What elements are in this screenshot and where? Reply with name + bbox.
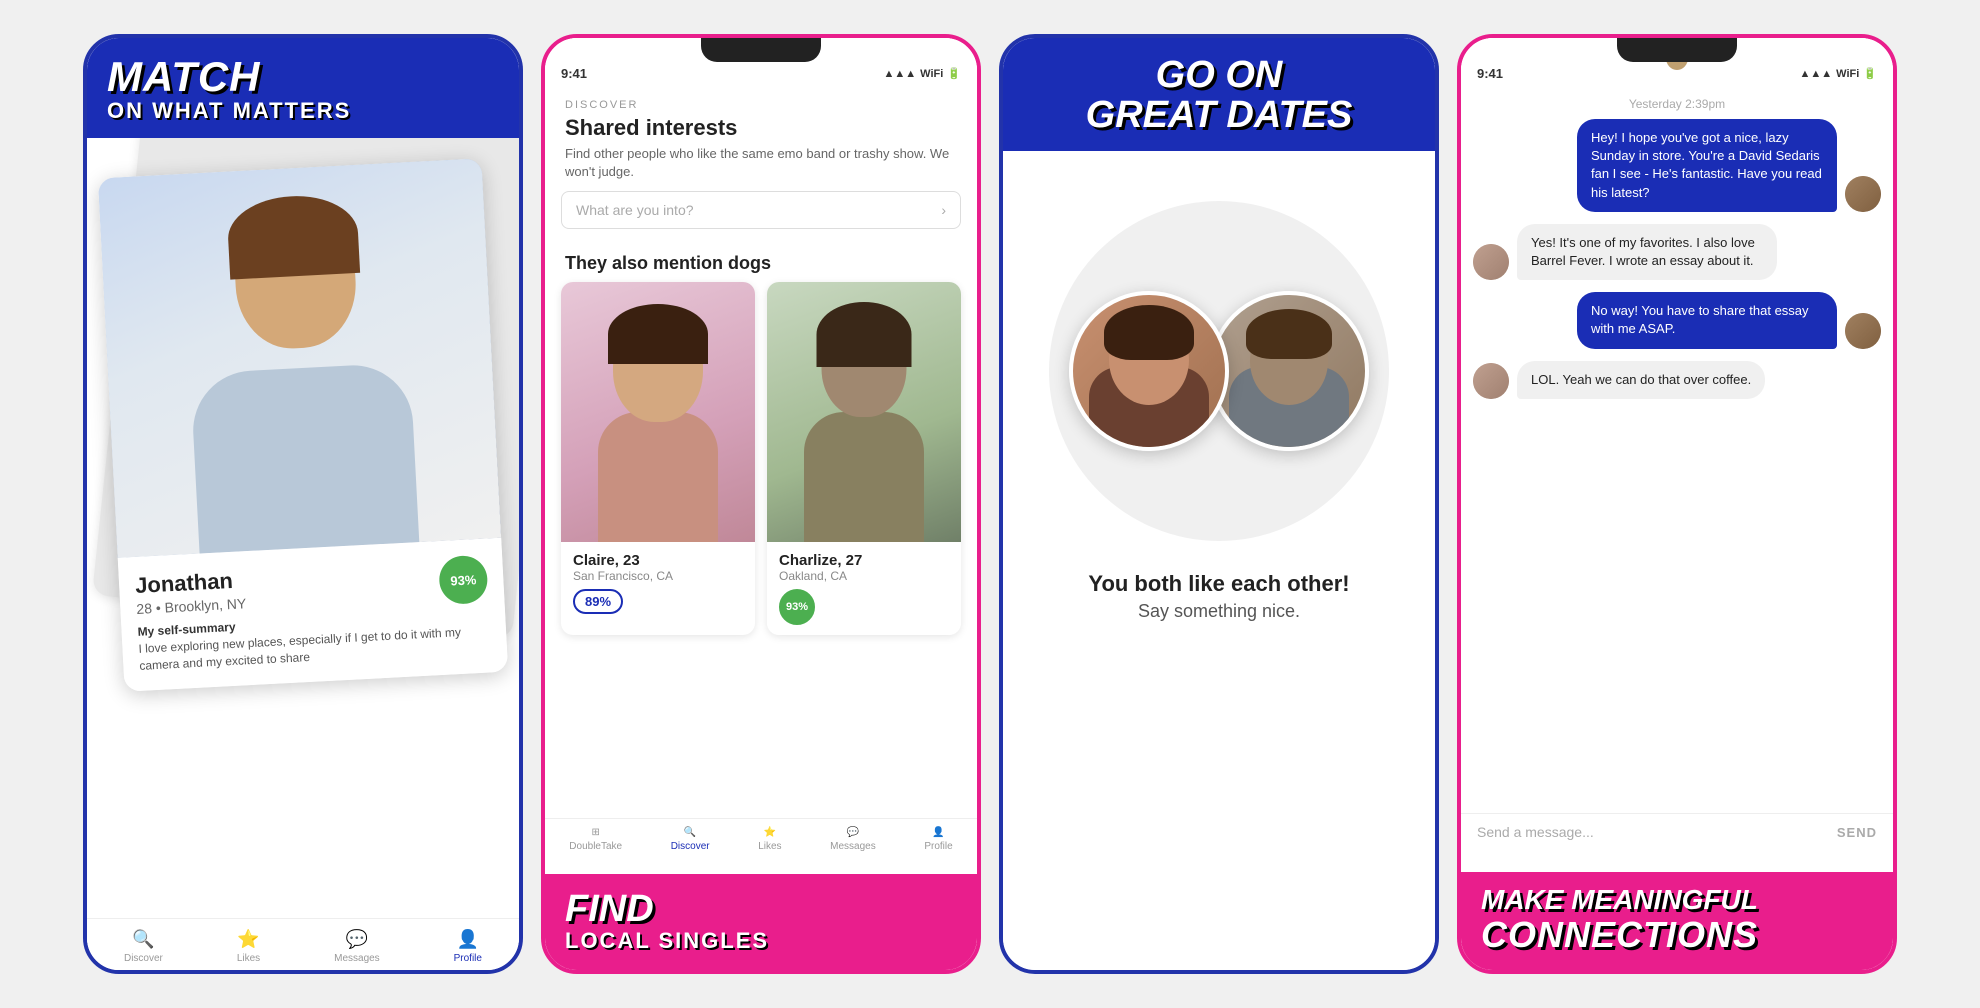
claire-photo (561, 282, 755, 542)
nav-discover[interactable]: 🔍 Discover (124, 929, 163, 964)
find-subtitle: LOCAL SINGLES (565, 928, 957, 954)
charlize-info: Charlize, 27 Oakland, CA 93% (767, 542, 961, 635)
profile-card-claire[interactable]: Claire, 23 San Francisco, CA 89% (561, 282, 755, 635)
phone-notch (701, 38, 821, 62)
dates-header: GO ON GREAT DATES (1003, 38, 1435, 151)
connections-subtitle: CONNECTIONS (1481, 914, 1873, 956)
discover-label: DISCOVER (545, 85, 977, 111)
nav-messages[interactable]: 💬 Messages (334, 929, 380, 964)
section-title: They also mention dogs (545, 245, 977, 282)
find-footer: FIND LOCAL SINGLES (545, 874, 977, 970)
match-subtitle: ON WHAT MATTERS (107, 98, 499, 124)
chat-input-placeholder[interactable]: Send a message... (1477, 824, 1594, 840)
dates-title-line2: GREAT DATES (1023, 94, 1415, 137)
bubble-3: No way! You have to share that essay wit… (1577, 292, 1837, 348)
status-icons: ▲▲▲ WiFi 🔋 (884, 67, 962, 80)
likes-icon: ⭐ (237, 929, 259, 950)
find-title: FIND (565, 890, 957, 928)
nav-doubletake[interactable]: ⊞ DoubleTake (569, 827, 622, 852)
claire-match-pct: 89% (573, 589, 623, 614)
nav-likes-label: Likes (237, 953, 260, 964)
status-time-2: 9:41 (1477, 66, 1503, 81)
chat-timestamp: Yesterday 2:39pm (1461, 85, 1893, 119)
claire-name: Claire, 23 (573, 552, 743, 569)
charlize-name: Charlize, 27 (779, 552, 949, 569)
match-text-container: You both like each other! Say something … (1088, 571, 1349, 622)
avatar-male-2 (1845, 313, 1881, 349)
chat-message-1: Hey! I hope you've got a nice, lazy Sund… (1473, 119, 1881, 212)
chat-messages: Hey! I hope you've got a nice, lazy Sund… (1461, 119, 1893, 399)
nav-profile-label: Profile (454, 953, 482, 964)
bottom-nav: 🔍 Discover ⭐ Likes 💬 Messages 👤 Profile (87, 918, 519, 970)
claire-location: San Francisco, CA (573, 569, 743, 583)
messages-icon: 💬 (346, 929, 368, 950)
dates-title-line1: GO ON (1023, 56, 1415, 94)
status-time: 9:41 (561, 66, 587, 81)
profile-card-charlize[interactable]: Charlize, 27 Oakland, CA 93% (767, 282, 961, 635)
profile-photo (98, 158, 501, 558)
connections-title: MAKE MEANINGFUL (1481, 886, 1873, 914)
nav-discover-tab[interactable]: 🔍 Discover (671, 827, 710, 852)
discover-nav: ⊞ DoubleTake 🔍 Discover ⭐ Likes 💬 Messag… (545, 818, 977, 860)
avatar-male-1 (1845, 176, 1881, 212)
discover-title: Shared interests (545, 111, 977, 141)
match-you-both: You both like each other! (1088, 571, 1349, 597)
bubble-2: Yes! It's one of my favorites. I also lo… (1517, 224, 1777, 280)
profile-icon: 👤 (457, 929, 479, 950)
chat-input-bar: Send a message... SEND (1461, 813, 1893, 850)
discover-desc: Find other people who like the same emo … (545, 141, 977, 191)
search-bar[interactable]: What are you into? › (561, 191, 961, 229)
chevron-right-icon: › (941, 202, 946, 218)
send-button[interactable]: SEND (1837, 825, 1877, 840)
charlize-match-pct: 93% (779, 589, 815, 625)
status-icons-2: ▲▲▲ WiFi 🔋 (1800, 67, 1878, 80)
panel-connections: 9:41 ▲▲▲ WiFi 🔋 Yesterday 2:39pm (1457, 34, 1897, 974)
charlize-location: Oakland, CA (779, 569, 949, 583)
match-title: MATCH (107, 56, 499, 98)
charlize-photo (767, 282, 961, 542)
discover-profiles: Claire, 23 San Francisco, CA 89% Charliz… (545, 282, 977, 635)
nav-messages-label: Messages (334, 953, 380, 964)
nav-discover-label: Discover (124, 953, 163, 964)
avatar-female-1 (1473, 244, 1509, 280)
chat-message-4: LOL. Yeah we can do that over coffee. (1473, 361, 1881, 399)
chat-message-2: Yes! It's one of my favorites. I also lo… (1473, 224, 1881, 280)
avatar-female-2 (1473, 363, 1509, 399)
connections-footer: MAKE MEANINGFUL CONNECTIONS (1461, 872, 1893, 970)
nav-profile-tab[interactable]: 👤 Profile (924, 827, 952, 852)
match-say-something: Say something nice. (1088, 601, 1349, 622)
bubble-1: Hey! I hope you've got a nice, lazy Sund… (1577, 119, 1837, 212)
search-placeholder: What are you into? (576, 202, 694, 218)
chat-message-3: No way! You have to share that essay wit… (1473, 292, 1881, 348)
profile-card[interactable]: 93% Jonathan 28 • Brooklyn, NY My self-s… (98, 158, 508, 691)
nav-messages-tab[interactable]: 💬 Messages (830, 827, 876, 852)
panel-match: MATCH ON WHAT MATTERS 93% (83, 34, 523, 974)
panel-find: 9:41 ▲▲▲ WiFi 🔋 DISCOVER Shared interest… (541, 34, 981, 974)
nav-likes[interactable]: ⭐ Likes (237, 929, 260, 964)
app-grid: MATCH ON WHAT MATTERS 93% (0, 0, 1980, 1008)
panel-dates: GO ON GREAT DATES (999, 34, 1439, 974)
nav-likes-tab[interactable]: ⭐ Likes (758, 827, 781, 852)
match-screen: You both like each other! Say something … (1003, 151, 1435, 642)
discover-icon: 🔍 (132, 929, 154, 950)
claire-info: Claire, 23 San Francisco, CA 89% (561, 542, 755, 624)
bubble-4: LOL. Yeah we can do that over coffee. (1517, 361, 1765, 399)
phone-notch-2 (1617, 38, 1737, 62)
nav-profile[interactable]: 👤 Profile (454, 929, 482, 964)
